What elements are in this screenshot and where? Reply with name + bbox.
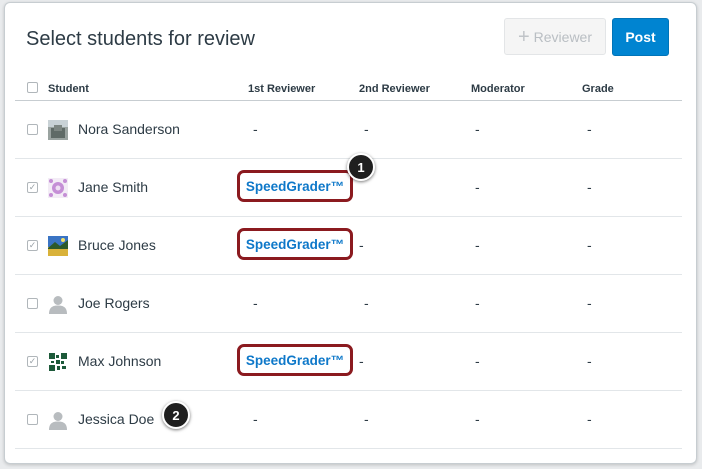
grade-cell: -	[587, 121, 592, 137]
grade-cell: -	[587, 295, 592, 311]
row-checkbox-checked[interactable]: ✓	[27, 182, 38, 193]
student-name[interactable]: Max Johnson	[78, 353, 161, 369]
photo-avatar-icon	[48, 120, 68, 140]
speedgrader-link[interactable]: SpeedGrader™	[237, 228, 353, 260]
second-reviewer-cell: -	[364, 121, 369, 137]
student-name[interactable]: Jessica Doe	[78, 411, 154, 427]
post-button[interactable]: Post	[612, 18, 669, 56]
plus-icon: +	[517, 25, 530, 48]
grade-cell: -	[587, 411, 592, 427]
second-reviewer-cell: -	[359, 237, 364, 253]
row-checkbox[interactable]	[27, 124, 38, 135]
add-reviewer-button[interactable]: + Reviewer	[504, 18, 606, 55]
second-reviewer-cell: -	[364, 295, 369, 311]
moderator-cell: -	[475, 411, 480, 427]
default-person-icon	[49, 296, 67, 314]
grade-cell: -	[587, 237, 592, 253]
moderator-cell: -	[475, 353, 480, 369]
speedgrader-link[interactable]: SpeedGrader™	[237, 344, 353, 376]
column-first-reviewer: 1st Reviewer	[248, 83, 316, 95]
first-reviewer-cell: -	[253, 295, 258, 311]
column-moderator: Moderator	[471, 83, 525, 95]
table-row: ✓ Bruce Jones SpeedGrader™ - - -	[15, 217, 682, 275]
table-row: Joe Rogers - - - -	[15, 275, 682, 333]
moderator-cell: -	[475, 237, 480, 253]
second-reviewer-cell: -	[364, 411, 369, 427]
table-header: Student 1st Reviewer 2nd Reviewer Modera…	[15, 73, 682, 101]
pattern-avatar-icon	[48, 178, 68, 198]
callout-marker-2: 2	[162, 401, 190, 429]
student-name[interactable]: Joe Rogers	[78, 295, 150, 311]
student-name[interactable]: Bruce Jones	[78, 237, 156, 253]
moderator-cell: -	[475, 179, 480, 195]
row-checkbox-checked[interactable]: ✓	[27, 356, 38, 367]
qr-avatar-icon	[48, 352, 68, 372]
grade-cell: -	[587, 179, 592, 195]
callout-marker-1: 1	[347, 153, 375, 181]
column-student: Student	[48, 83, 89, 95]
table-row: Jessica Doe - - - -	[15, 391, 682, 449]
first-reviewer-cell: -	[253, 121, 258, 137]
student-name[interactable]: Jane Smith	[78, 179, 148, 195]
speedgrader-link[interactable]: SpeedGrader™	[237, 170, 353, 202]
row-checkbox[interactable]	[27, 298, 38, 309]
students-table: Student 1st Reviewer 2nd Reviewer Modera…	[5, 73, 696, 449]
row-checkbox-checked[interactable]: ✓	[27, 240, 38, 251]
column-second-reviewer: 2nd Reviewer	[359, 83, 430, 95]
moderator-cell: -	[475, 121, 480, 137]
table-row: Nora Sanderson - - - -	[15, 101, 682, 159]
second-reviewer-cell: -	[359, 353, 364, 369]
select-all-checkbox[interactable]	[27, 82, 38, 93]
add-reviewer-label: Reviewer	[533, 28, 593, 45]
first-reviewer-cell: -	[253, 411, 258, 427]
column-grade: Grade	[582, 83, 614, 95]
moderation-panel: Select students for review + Reviewer Po…	[4, 2, 697, 464]
grade-cell: -	[587, 353, 592, 369]
moderator-cell: -	[475, 295, 480, 311]
table-row: ✓ Max Johnson SpeedGrader™ - - -	[15, 333, 682, 391]
default-person-icon	[49, 412, 67, 430]
page-title: Select students for review	[26, 28, 255, 50]
row-checkbox[interactable]	[27, 414, 38, 425]
landscape-avatar-icon	[48, 236, 68, 256]
student-name[interactable]: Nora Sanderson	[78, 121, 180, 137]
